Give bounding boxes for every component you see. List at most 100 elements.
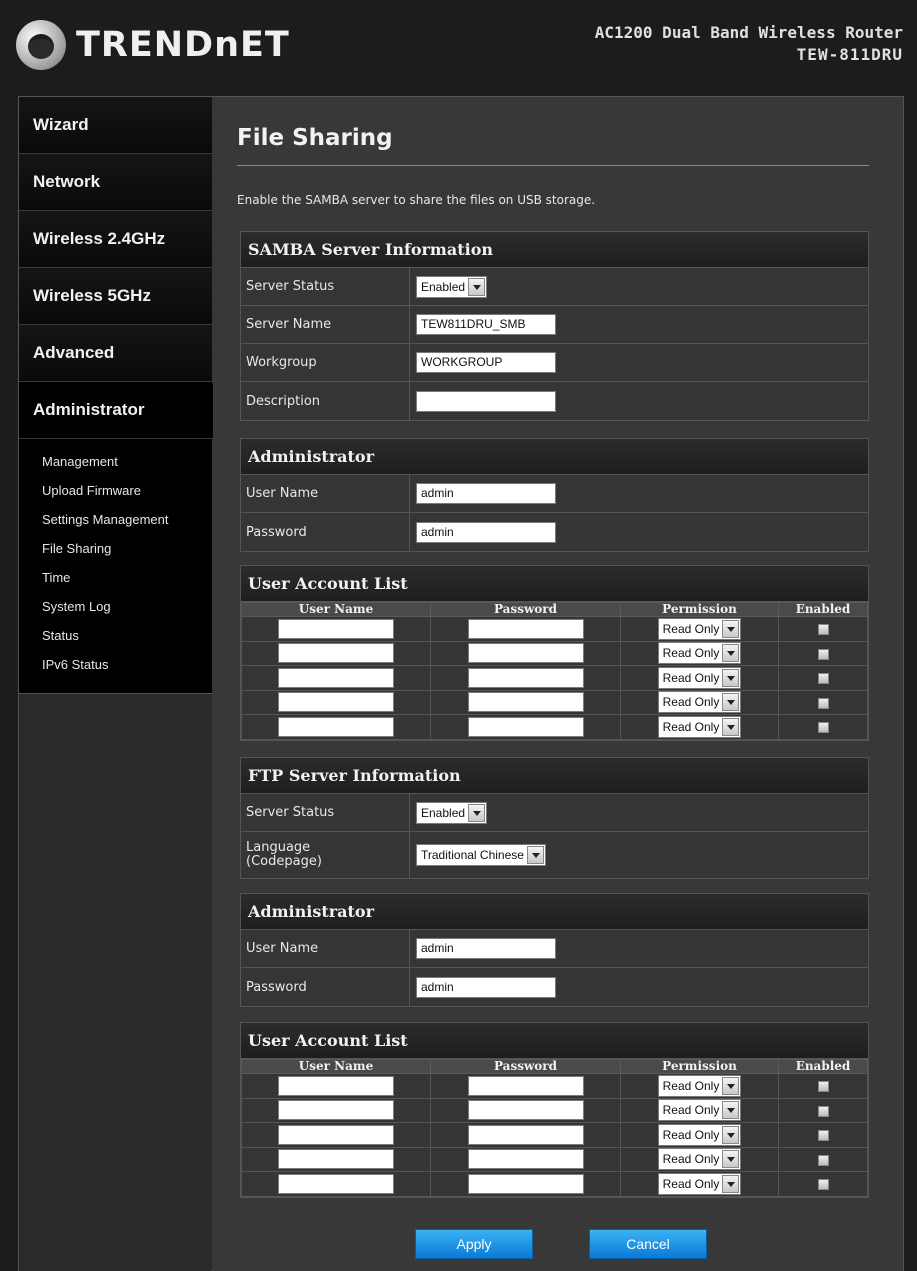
- user-name-input[interactable]: [278, 1124, 394, 1145]
- enabled-checkbox[interactable]: [817, 1154, 829, 1166]
- user-name-input[interactable]: [278, 692, 394, 713]
- field-label: Server Status: [241, 268, 410, 305]
- column-header: Permission: [620, 602, 779, 617]
- field-label: User Name: [241, 930, 410, 967]
- user-name-input[interactable]: [278, 1149, 394, 1170]
- user-name-input[interactable]: [278, 667, 394, 688]
- permission-select[interactable]: Read Only: [657, 691, 742, 714]
- product-model: TEW-811DRU: [796, 45, 903, 64]
- ftp-admin-password-input[interactable]: admin: [416, 976, 556, 998]
- nav-network[interactable]: Network: [19, 154, 212, 211]
- password-input[interactable]: [467, 643, 584, 664]
- dropdown-arrow-icon: [722, 1076, 740, 1095]
- user-name-input[interactable]: [278, 716, 394, 737]
- permission-select[interactable]: Read Only: [657, 1074, 742, 1097]
- ftp-server-status-select[interactable]: Enabled: [416, 801, 488, 824]
- user-name-input[interactable]: [278, 618, 394, 639]
- dropdown-arrow-icon: [722, 1101, 740, 1120]
- select-value: Enabled: [421, 279, 466, 294]
- form-buttons: Apply Cancel: [415, 1229, 707, 1259]
- password-input[interactable]: [467, 1100, 584, 1121]
- subnav-system-log[interactable]: System Log: [19, 592, 212, 621]
- dropdown-arrow-icon: [722, 644, 740, 663]
- field-label: Workgroup: [241, 344, 410, 381]
- apply-button[interactable]: Apply: [415, 1229, 533, 1259]
- samba-server-status-row: Server Status Enabled: [241, 268, 868, 306]
- samba-admin-username-input[interactable]: admin: [416, 483, 556, 504]
- enabled-checkbox[interactable]: [817, 1105, 829, 1117]
- permission-select[interactable]: Read Only: [657, 1099, 742, 1122]
- samba-admin-password-input[interactable]: admin: [416, 521, 556, 543]
- samba-server-status-select[interactable]: Enabled: [416, 275, 488, 298]
- password-input[interactable]: [467, 692, 584, 713]
- trendnet-logo-icon: [16, 20, 66, 70]
- column-header: Password: [430, 1059, 621, 1074]
- ftp-server-section: FTP Server Information Server Status Ena…: [240, 757, 869, 879]
- table-row: Read Only: [241, 1122, 868, 1148]
- password-input[interactable]: [467, 618, 584, 639]
- ftp-admin-username-input[interactable]: admin: [416, 938, 556, 959]
- nav-wireless-24ghz[interactable]: Wireless 2.4GHz: [19, 211, 212, 268]
- table-row: Read Only: [241, 616, 868, 642]
- password-input[interactable]: [467, 1075, 584, 1096]
- enabled-checkbox[interactable]: [817, 722, 829, 734]
- section-heading: User Account List: [241, 1023, 868, 1059]
- subnav-upload-firmware[interactable]: Upload Firmware: [19, 476, 212, 505]
- select-value: Read Only: [662, 670, 720, 685]
- ftp-language-select[interactable]: Traditional Chinese: [416, 844, 546, 866]
- user-name-input[interactable]: [278, 643, 394, 664]
- password-input[interactable]: [467, 1149, 584, 1170]
- user-name-input[interactable]: [278, 1173, 394, 1194]
- subnav-status[interactable]: Status: [19, 621, 212, 650]
- enabled-checkbox[interactable]: [817, 697, 829, 709]
- samba-server-section: SAMBA Server Information Server Status E…: [240, 231, 869, 421]
- nav-advanced[interactable]: Advanced: [19, 325, 212, 382]
- enabled-checkbox[interactable]: [817, 1081, 829, 1093]
- password-input[interactable]: [467, 1124, 584, 1145]
- cancel-button[interactable]: Cancel: [589, 1229, 707, 1259]
- subnav-time[interactable]: Time: [19, 563, 212, 592]
- select-value: Read Only: [662, 646, 720, 661]
- samba-server-name-input[interactable]: TEW811DRU_SMB: [416, 314, 556, 335]
- enabled-checkbox[interactable]: [817, 1130, 829, 1142]
- nav-wizard[interactable]: Wizard: [19, 97, 212, 154]
- permission-select[interactable]: Read Only: [657, 1172, 742, 1195]
- permission-select[interactable]: Read Only: [657, 1148, 742, 1171]
- user-name-input[interactable]: [278, 1075, 394, 1096]
- trendnet-logo[interactable]: TRENDnET: [16, 20, 290, 70]
- nav-administrator[interactable]: Administrator: [19, 382, 224, 439]
- samba-admin-section: Administrator User Name admin Password a…: [240, 438, 869, 552]
- dropdown-arrow-icon: [722, 619, 740, 638]
- password-input[interactable]: [467, 716, 584, 737]
- permission-select[interactable]: Read Only: [657, 1123, 742, 1146]
- dropdown-arrow-icon: [722, 1125, 740, 1144]
- subnav-settings-management[interactable]: Settings Management: [19, 505, 212, 534]
- enabled-checkbox[interactable]: [817, 673, 829, 685]
- dropdown-arrow-icon: [468, 803, 486, 822]
- select-value: Read Only: [662, 1078, 720, 1093]
- samba-user-account-section: User Account List User Name Password Per…: [240, 565, 869, 741]
- subnav-ipv6-status[interactable]: IPv6 Status: [19, 650, 212, 679]
- password-input[interactable]: [467, 667, 584, 688]
- logo-text: TRENDnET: [76, 25, 290, 65]
- samba-description-input[interactable]: [416, 390, 556, 412]
- enabled-checkbox[interactable]: [817, 1179, 829, 1191]
- subnav-file-sharing[interactable]: File Sharing: [19, 534, 212, 563]
- subnav-management[interactable]: Management: [19, 447, 212, 476]
- table-row: Read Only: [241, 714, 868, 740]
- enabled-checkbox[interactable]: [817, 648, 829, 660]
- ftp-admin-username-row: User Name admin: [241, 930, 868, 968]
- samba-workgroup-input[interactable]: WORKGROUP: [416, 352, 556, 373]
- permission-select[interactable]: Read Only: [657, 715, 742, 738]
- permission-select[interactable]: Read Only: [657, 617, 742, 640]
- user-name-input[interactable]: [278, 1100, 394, 1121]
- permission-select[interactable]: Read Only: [657, 642, 742, 665]
- table-row: Read Only: [241, 689, 868, 715]
- samba-admin-username-row: User Name admin: [241, 475, 868, 513]
- column-header: Enabled: [778, 1059, 868, 1074]
- select-value: Read Only: [662, 695, 720, 710]
- nav-wireless-5ghz[interactable]: Wireless 5GHz: [19, 268, 212, 325]
- enabled-checkbox[interactable]: [817, 624, 829, 636]
- password-input[interactable]: [467, 1173, 584, 1194]
- permission-select[interactable]: Read Only: [657, 666, 742, 689]
